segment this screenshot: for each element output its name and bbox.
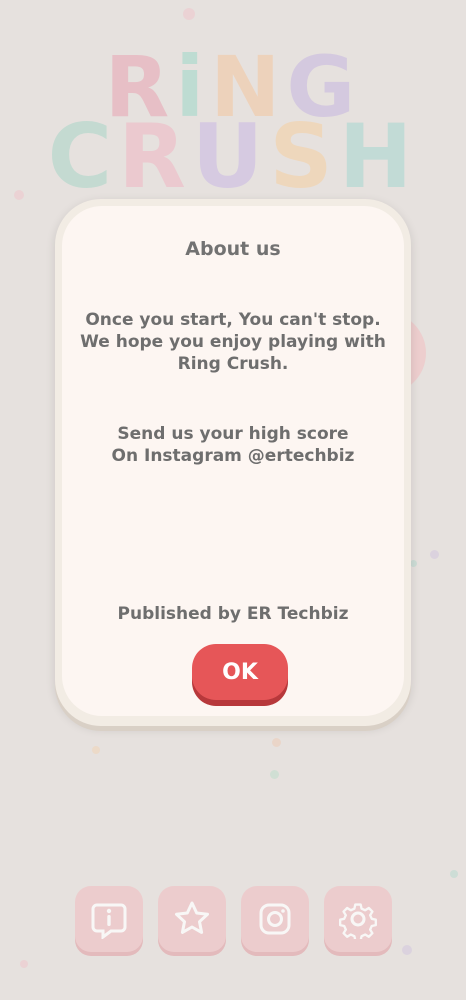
about-paragraph: Once you start, You can't stop. We hope … — [62, 309, 404, 375]
confetti-dot — [20, 960, 28, 968]
logo-crush: CRUSH — [0, 110, 466, 204]
info-button[interactable] — [75, 886, 143, 952]
instagram-line: Send us your high score — [117, 424, 349, 444]
about-line: We hope you enjoy playing with — [80, 332, 386, 352]
logo-letter: H — [338, 105, 419, 208]
about-dialog-panel: About us Once you start, You can't stop.… — [62, 206, 404, 716]
confetti-dot — [183, 8, 195, 20]
confetti-dot — [92, 746, 100, 754]
logo-letter: R — [118, 105, 192, 208]
confetti-dot — [410, 560, 417, 567]
logo-letter: C — [47, 105, 119, 208]
instagram-paragraph: Send us your high score On Instagram @er… — [62, 423, 404, 467]
confetti-dot — [270, 770, 279, 779]
confetti-dot — [430, 550, 439, 559]
info-icon — [91, 903, 127, 939]
logo-letter: U — [191, 105, 270, 208]
instagram-icon — [259, 903, 291, 935]
confetti-dot — [450, 870, 458, 878]
about-dialog: About us Once you start, You can't stop.… — [55, 199, 411, 726]
confetti-dot — [402, 945, 412, 955]
instagram-line: On Instagram @ertechbiz — [111, 446, 355, 466]
rate-button[interactable] — [158, 886, 226, 952]
rate-star-icon — [175, 901, 209, 934]
settings-gear-icon — [338, 903, 377, 939]
about-line: Once you start, You can't stop. — [85, 310, 381, 330]
publisher-credit: Published by ER Techbiz — [117, 604, 349, 624]
instagram-button[interactable] — [241, 886, 309, 952]
dialog-title: About us — [185, 238, 281, 260]
about-line: Ring Crush. — [177, 354, 289, 374]
ok-button[interactable]: OK — [192, 644, 288, 700]
settings-button[interactable] — [324, 886, 392, 952]
confetti-dot — [272, 738, 281, 747]
logo-letter: S — [269, 105, 339, 208]
